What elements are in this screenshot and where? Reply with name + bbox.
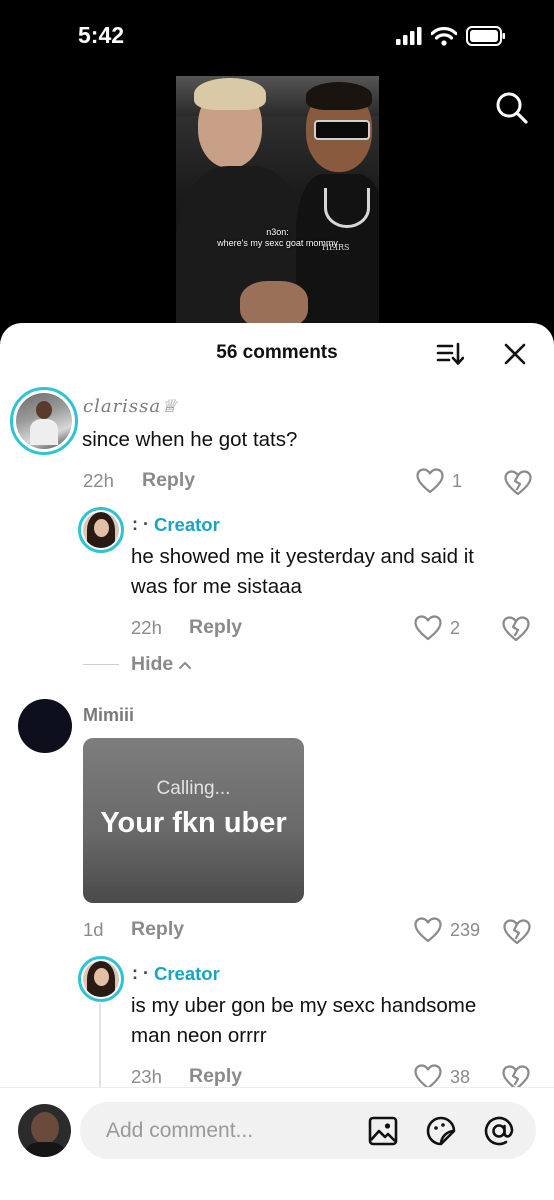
- video-figure-right-hair: [306, 82, 372, 110]
- gif-comment-media[interactable]: Calling... Your fkn uber: [83, 738, 304, 903]
- avatar[interactable]: [16, 393, 72, 449]
- my-avatar[interactable]: [18, 1104, 71, 1157]
- video-caption-line1: n3on:: [266, 227, 289, 237]
- image-icon: [368, 1116, 398, 1146]
- sticker-button[interactable]: [426, 1116, 456, 1146]
- wifi-icon: [431, 26, 457, 46]
- add-comment-input[interactable]: Add comment...: [80, 1102, 536, 1159]
- search-button[interactable]: [494, 90, 530, 126]
- comments-sheet: 56 comments clarissa♕ since when he got …: [0, 323, 554, 1200]
- video-caption: n3on: where's my sexc goat mommy: [176, 227, 379, 249]
- like-count: 1: [452, 470, 463, 491]
- heart-icon: [414, 615, 442, 641]
- chain: [324, 188, 370, 228]
- signal-icon: [396, 27, 422, 45]
- comment-time: 22h: [83, 470, 114, 491]
- mention-icon: [484, 1116, 514, 1146]
- battery-icon: [466, 26, 505, 46]
- status-bar: 5:42: [0, 0, 554, 70]
- reply-button[interactable]: Reply: [142, 469, 195, 492]
- video-figure-left-hair: [194, 78, 266, 110]
- reply-button[interactable]: Reply: [131, 918, 184, 941]
- reply-button[interactable]: Reply: [189, 1065, 242, 1088]
- mention-button[interactable]: [484, 1116, 514, 1146]
- gif-big-text: Your fkn uber: [100, 807, 287, 839]
- creator-badge: Creator: [154, 963, 220, 984]
- like-count: 38: [450, 1066, 471, 1087]
- broken-heart-icon: [503, 919, 531, 945]
- like-button[interactable]: 239: [414, 917, 480, 943]
- dislike-button[interactable]: [503, 918, 531, 946]
- reply-text-line1: is my uber gon be my sexc handsome: [131, 994, 477, 1017]
- reply-time: 22h: [131, 617, 162, 638]
- reply-username-prefix[interactable]: : ·: [132, 963, 149, 984]
- close-button[interactable]: [503, 342, 527, 366]
- dislike-button[interactable]: [504, 469, 532, 497]
- hide-label: Hide: [131, 653, 174, 675]
- creator-avatar[interactable]: [83, 961, 119, 997]
- dislike-button[interactable]: [502, 615, 530, 643]
- comments-header: 56 comments: [0, 323, 554, 381]
- like-button[interactable]: 1: [416, 468, 462, 494]
- comment-username[interactable]: clarissa♕: [83, 396, 178, 417]
- reply-time: 23h: [131, 1066, 162, 1087]
- sunglasses: [314, 120, 370, 140]
- comment-username[interactable]: Mimiii: [83, 705, 134, 726]
- comment-time: 1d: [83, 919, 104, 940]
- gif-small-text: Calling...: [156, 778, 231, 799]
- reply-button[interactable]: Reply: [189, 616, 242, 639]
- like-count: 239: [450, 919, 481, 940]
- chevron-up-icon: [179, 661, 192, 669]
- reply-text-line2: man neon orrrr: [131, 1024, 267, 1047]
- sort-button[interactable]: [436, 341, 465, 367]
- broken-heart-icon: [504, 470, 532, 496]
- search-icon: [496, 92, 528, 124]
- thread-line: [99, 1003, 101, 1093]
- reply-text-line2: was for me sistaaa: [131, 575, 302, 598]
- creator-badge: Creator: [154, 514, 220, 535]
- image-button[interactable]: [368, 1116, 398, 1146]
- sort-icon: [436, 342, 465, 365]
- like-count: 2: [450, 617, 461, 638]
- reply-text-line1: he showed me it yesterday and said it: [131, 545, 474, 568]
- close-icon: [504, 343, 526, 365]
- like-button[interactable]: 2: [414, 615, 460, 641]
- status-icons: [396, 26, 506, 46]
- video-caption-line2: where's my sexc goat mommy: [217, 238, 338, 248]
- status-time: 5:42: [78, 22, 125, 48]
- add-comment-placeholder: Add comment...: [106, 1119, 254, 1142]
- heart-icon: [414, 917, 442, 943]
- comment-text: since when he got tats?: [82, 428, 298, 451]
- creator-avatar[interactable]: [83, 512, 119, 548]
- comments-count-title: 56 comments: [216, 342, 338, 363]
- video-preview[interactable]: HEIRS n3on: where's my sexc goat mommy: [176, 76, 379, 336]
- reply-username-prefix[interactable]: : ·: [132, 514, 149, 535]
- hide-replies-button[interactable]: Hide: [131, 653, 192, 676]
- avatar[interactable]: [18, 699, 72, 753]
- comment-composer: Add comment...: [0, 1087, 554, 1200]
- broken-heart-icon: [502, 616, 530, 642]
- hide-divider: [83, 664, 119, 665]
- heart-icon: [416, 468, 444, 494]
- fist: [240, 281, 308, 329]
- sticker-icon: [426, 1116, 456, 1146]
